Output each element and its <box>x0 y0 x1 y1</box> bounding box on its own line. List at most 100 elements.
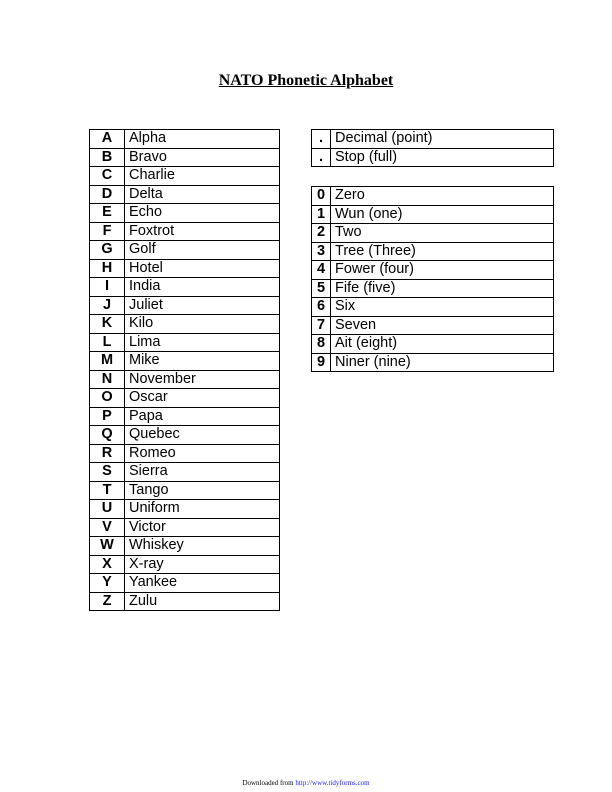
row-word: Zulu <box>124 591 280 611</box>
row-word: Mike <box>124 351 280 371</box>
row-key: N <box>89 369 125 389</box>
row-key: L <box>89 332 125 352</box>
row-word: Seven <box>330 315 554 335</box>
row-key: 3 <box>311 241 331 261</box>
row-key: 6 <box>311 297 331 317</box>
letter-row: S Sierra <box>89 462 280 482</box>
letter-row: A Alpha <box>89 129 280 149</box>
row-word: Golf <box>124 240 280 260</box>
row-word: Stop (full) <box>330 147 554 167</box>
row-word: Sierra <box>124 462 280 482</box>
digit-row: 7 Seven <box>311 315 554 335</box>
row-word: Yankee <box>124 573 280 593</box>
row-key: F <box>89 221 125 241</box>
row-word: Bravo <box>124 147 280 167</box>
row-word: Niner (nine) <box>330 352 554 372</box>
row-key: E <box>89 203 125 223</box>
row-word: Oscar <box>124 388 280 408</box>
digit-row: 1 Wun (one) <box>311 204 554 224</box>
digit-row: 0 Zero <box>311 186 554 206</box>
digit-row: 5 Fife (five) <box>311 278 554 298</box>
row-key: D <box>89 184 125 204</box>
row-word: Papa <box>124 406 280 426</box>
row-word: Kilo <box>124 314 280 334</box>
letter-row: R Romeo <box>89 443 280 463</box>
digit-row: 6 Six <box>311 297 554 317</box>
row-word: Delta <box>124 184 280 204</box>
row-key: K <box>89 314 125 334</box>
letter-row: P Papa <box>89 406 280 426</box>
row-key: . <box>311 147 331 167</box>
row-key: P <box>89 406 125 426</box>
row-word: Lima <box>124 332 280 352</box>
digit-row: 2 Two <box>311 223 554 243</box>
row-word: Two <box>330 223 554 243</box>
row-key: 0 <box>311 186 331 206</box>
letter-row: J Juliet <box>89 295 280 315</box>
row-word: X-ray <box>124 554 280 574</box>
letter-row: W Whiskey <box>89 536 280 556</box>
digit-row: 8 Ait (eight) <box>311 334 554 354</box>
letter-row: E Echo <box>89 203 280 223</box>
row-word: Victor <box>124 517 280 537</box>
letters-table: A Alpha B Bravo C Charlie D Delta E Echo F Foxtrot G… <box>89 129 280 611</box>
row-key: 7 <box>311 315 331 335</box>
row-word: Decimal (point) <box>330 129 554 149</box>
row-word: Six <box>330 297 554 317</box>
letter-row: T Tango <box>89 480 280 500</box>
row-key: . <box>311 129 331 149</box>
row-key: 5 <box>311 278 331 298</box>
row-word: Tango <box>124 480 280 500</box>
row-key: W <box>89 536 125 556</box>
row-word: Tree (Three) <box>330 241 554 261</box>
letter-row: V Victor <box>89 517 280 537</box>
row-key: H <box>89 258 125 278</box>
row-key: Y <box>89 573 125 593</box>
letter-row: C Charlie <box>89 166 280 186</box>
row-key: 4 <box>311 260 331 280</box>
row-word: India <box>124 277 280 297</box>
digit-row: 4 Fower (four) <box>311 260 554 280</box>
row-key: M <box>89 351 125 371</box>
symbol-row: . Stop (full) <box>311 147 554 167</box>
row-word: Uniform <box>124 499 280 519</box>
row-word: Whiskey <box>124 536 280 556</box>
letter-row: D Delta <box>89 184 280 204</box>
row-key: 2 <box>311 223 331 243</box>
letter-row: G Golf <box>89 240 280 260</box>
row-word: Juliet <box>124 295 280 315</box>
row-key: X <box>89 554 125 574</box>
letter-row: Y Yankee <box>89 573 280 593</box>
row-key: G <box>89 240 125 260</box>
footer: Downloaded from http://www.tidyforms.com <box>0 779 612 787</box>
letter-row: L Lima <box>89 332 280 352</box>
row-word: Echo <box>124 203 280 223</box>
letter-row: O Oscar <box>89 388 280 408</box>
row-key: A <box>89 129 125 149</box>
symbol-row: . Decimal (point) <box>311 129 554 149</box>
footer-prefix: Downloaded from <box>242 779 296 787</box>
letter-row: Q Quebec <box>89 425 280 445</box>
row-key: U <box>89 499 125 519</box>
letter-row: F Foxtrot <box>89 221 280 241</box>
digit-row: 3 Tree (Three) <box>311 241 554 261</box>
row-key: C <box>89 166 125 186</box>
row-key: 9 <box>311 352 331 372</box>
letter-row: I India <box>89 277 280 297</box>
row-key: Q <box>89 425 125 445</box>
digits-table: 0 Zero 1 Wun (one) 2 Two 3 Tree (Three) 4 Fower (… <box>311 186 554 372</box>
letter-row: K Kilo <box>89 314 280 334</box>
row-word: Charlie <box>124 166 280 186</box>
row-key: B <box>89 147 125 167</box>
row-key: 1 <box>311 204 331 224</box>
row-word: Ait (eight) <box>330 334 554 354</box>
footer-link[interactable]: http://www.tidyforms.com <box>295 779 369 787</box>
letter-row: H Hotel <box>89 258 280 278</box>
row-key: J <box>89 295 125 315</box>
letter-row: N November <box>89 369 280 389</box>
row-key: T <box>89 480 125 500</box>
page-title: NATO Phonetic Alphabet <box>218 72 394 89</box>
row-word: Fife (five) <box>330 278 554 298</box>
row-key: V <box>89 517 125 537</box>
symbols-table: . Decimal (point). Stop (full) <box>311 129 554 167</box>
